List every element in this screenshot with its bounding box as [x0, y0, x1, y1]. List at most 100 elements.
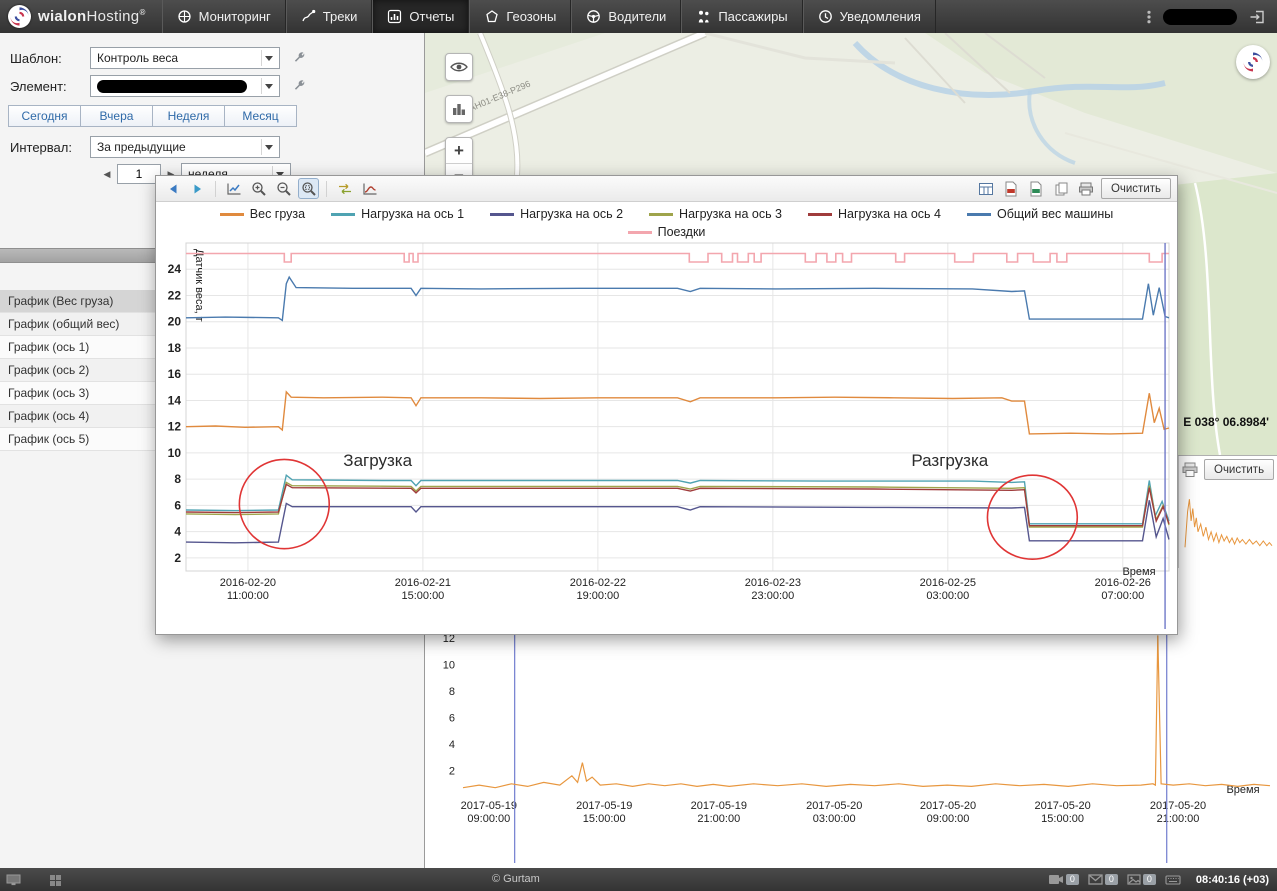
status-bar: © Gurtam 0 0 0 08:40:16 (+03)	[0, 868, 1277, 891]
nav-geofences[interactable]: Геозоны	[469, 0, 571, 33]
range-month-button[interactable]: Месяц	[225, 105, 297, 127]
legend-swatch	[649, 213, 673, 216]
y-tick-label: 4	[174, 525, 181, 539]
grid-icon[interactable]	[49, 874, 62, 886]
legend-swatch	[628, 231, 652, 234]
nav-passengers[interactable]: Пассажиры	[681, 0, 802, 33]
clear-button[interactable]: Очистить	[1101, 178, 1171, 199]
mail-icon[interactable]: 0	[1088, 874, 1118, 885]
compare-arrows-icon[interactable]	[334, 178, 355, 199]
zoom-selection-icon[interactable]	[298, 178, 319, 199]
range-yesterday-button[interactable]: Вчера	[81, 105, 153, 127]
stepper-decrement-icon[interactable]: ◀	[100, 165, 114, 183]
element-row: Элемент:	[0, 75, 306, 97]
monitor-icon[interactable]	[6, 874, 21, 886]
x-tick-date: 2017-05-20	[1150, 800, 1206, 812]
nav-reports[interactable]: Отчеты	[372, 0, 469, 33]
drivers-icon	[586, 9, 601, 24]
element-select[interactable]	[90, 75, 280, 97]
chevron-down-icon[interactable]	[261, 78, 276, 94]
y-tick-label: 6	[449, 713, 455, 725]
forward-icon[interactable]	[187, 178, 208, 199]
range-week-button[interactable]: Неделя	[153, 105, 225, 127]
interval-label: Интервал:	[0, 140, 90, 155]
element-settings-wrench-icon[interactable]	[292, 79, 306, 93]
nav-tracks[interactable]: Треки	[286, 0, 373, 33]
print-icon[interactable]	[1181, 462, 1199, 478]
visibility-eye-icon[interactable]	[445, 53, 473, 81]
legend-item: Нагрузка на ось 2	[490, 207, 623, 221]
clear-button[interactable]: Очистить	[1204, 459, 1274, 480]
x-tick-date: 2016-02-22	[570, 577, 626, 589]
x-tick-date: 2016-02-26	[1095, 577, 1151, 589]
chevron-down-icon[interactable]	[261, 139, 276, 155]
chart-popup-window: Очистить Вес грузаНагрузка на ось 1Нагру…	[155, 175, 1178, 635]
y-tick-label: 20	[168, 315, 182, 329]
status-badge: 0	[1066, 874, 1079, 885]
photo-icon[interactable]: 0	[1127, 874, 1156, 885]
print-icon[interactable]	[1076, 178, 1097, 199]
export-pdf-icon[interactable]	[1001, 178, 1022, 199]
legend-item: Общий вес машины	[967, 207, 1113, 221]
geofences-icon	[484, 9, 499, 24]
user-name-redacted[interactable]	[1163, 9, 1237, 25]
top-navigation-bar: wialonHosting® Мониторинг Треки Отчеты Г…	[0, 0, 1277, 33]
poi-buildings-icon[interactable]	[445, 95, 473, 123]
bottom-chart-canvas[interactable]: 246810122017-05-1909:00:002017-05-1915:0…	[425, 631, 1277, 869]
nav-label: Мониторинг	[199, 9, 271, 24]
interval-row: Интервал: За предыдущие	[0, 136, 280, 158]
series-line-3	[186, 482, 1169, 527]
x-tick-date: 2017-05-19	[576, 800, 632, 812]
copy-icon[interactable]	[1051, 178, 1072, 199]
nav-label: Геозоны	[506, 9, 556, 24]
element-value-redacted	[97, 80, 247, 93]
weight-chart-canvas[interactable]: 246810121416182022242016-02-2011:00:0020…	[156, 241, 1177, 633]
interval-value: За предыдущие	[97, 140, 186, 154]
template-select[interactable]: Контроль веса	[90, 47, 280, 69]
legend-label: Нагрузка на ось 3	[679, 207, 782, 221]
nav-monitoring[interactable]: Мониторинг	[162, 0, 286, 33]
wialon-map-badge[interactable]	[1236, 45, 1270, 79]
interval-type-select[interactable]: За предыдущие	[90, 136, 280, 158]
x-tick-time: 19:00:00	[576, 590, 619, 602]
video-icon[interactable]: 0	[1048, 874, 1079, 885]
legend-swatch	[220, 213, 244, 216]
chevron-down-icon[interactable]	[261, 50, 276, 66]
legend-label: Общий вес машины	[997, 207, 1113, 221]
quick-range-buttons: Сегодня Вчера Неделя Месяц	[8, 105, 297, 127]
nav-label: Пассажиры	[718, 9, 787, 24]
chart-mode-icon[interactable]	[223, 178, 244, 199]
template-settings-wrench-icon[interactable]	[292, 51, 306, 65]
series-line-5	[186, 277, 1169, 320]
zoom-in-icon[interactable]	[248, 178, 269, 199]
nav-notifications[interactable]: Уведомления	[803, 0, 936, 33]
keyboard-icon[interactable]	[1165, 875, 1181, 885]
brand-logo[interactable]: wialonHosting®	[0, 0, 162, 33]
legend-item: Нагрузка на ось 1	[331, 207, 464, 221]
reports-icon	[387, 9, 402, 24]
back-icon[interactable]	[162, 178, 183, 199]
legend-item: Нагрузка на ось 3	[649, 207, 782, 221]
zoom-in-button[interactable]: +	[446, 138, 472, 163]
server-time: 08:40:16 (+03)	[1196, 874, 1269, 886]
legend-item: Поездки	[628, 225, 706, 239]
x-tick-date: 2017-05-19	[691, 800, 747, 812]
range-today-button[interactable]: Сегодня	[8, 105, 81, 127]
export-excel-icon[interactable]	[1026, 178, 1047, 199]
x-tick-time: 21:00:00	[1157, 813, 1200, 825]
legend-swatch	[331, 213, 355, 216]
series-line-1	[186, 475, 1169, 524]
x-tick-date: 2016-02-23	[745, 577, 801, 589]
monitoring-icon	[177, 9, 192, 24]
y-tick-label: 12	[168, 420, 182, 434]
nav-drivers[interactable]: Водители	[571, 0, 681, 33]
zoom-out-icon[interactable]	[273, 178, 294, 199]
series-line-2	[186, 500, 1169, 543]
value-graph-icon[interactable]	[359, 178, 380, 199]
template-label: Шаблон:	[0, 51, 90, 66]
y-tick-label: 16	[168, 367, 182, 381]
table-view-icon[interactable]	[976, 178, 997, 199]
x-tick-time: 09:00:00	[927, 813, 970, 825]
logout-icon[interactable]	[1249, 10, 1265, 24]
more-menu-icon[interactable]	[1147, 10, 1151, 24]
